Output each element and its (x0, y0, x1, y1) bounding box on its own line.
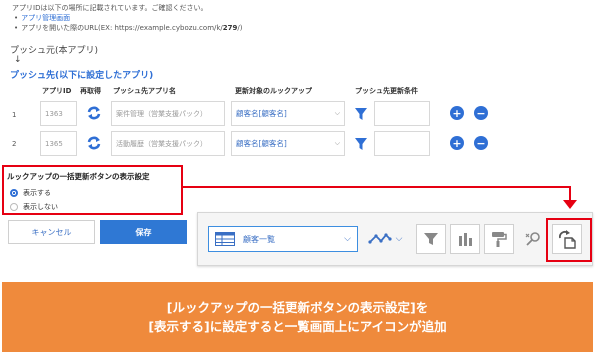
refresh-icon[interactable] (85, 134, 103, 152)
search-button[interactable] (518, 224, 548, 254)
lookup-select[interactable]: 顧客名[顧客名] ⌵ (231, 131, 345, 156)
header-lookup: 更新対象のルックアップ (235, 87, 312, 95)
chevron-down-icon: ⌵ (344, 234, 351, 244)
graph-button[interactable]: ⌵ (362, 226, 408, 252)
row-number: 1 (12, 111, 17, 119)
url-note: アプリを開いた際のURL(EX: https://example.cybozu.… (14, 23, 243, 33)
caption-banner: [ルックアップの一括更新ボタンの表示設定]を [表示する]に設定すると一覧画面上… (2, 282, 593, 352)
refresh-icon[interactable] (85, 104, 103, 122)
save-button[interactable]: 保存 (100, 220, 187, 244)
paint-roller-icon (492, 232, 507, 247)
url-note-id: 279 (222, 24, 238, 32)
table-view-icon (215, 232, 235, 246)
filter-icon[interactable] (354, 106, 368, 120)
view-selector-label: 顧客一覧 (243, 234, 275, 244)
header-update-condition: プッシュ先更新条件 (355, 87, 418, 95)
radio-hide-label: 表示しない (23, 203, 58, 211)
remove-row-icon[interactable]: − (474, 136, 488, 150)
line-graph-icon (367, 233, 392, 244)
filter-icon[interactable] (354, 136, 368, 150)
caption-line-1: [ルックアップの一括更新ボタンの表示設定]を (166, 300, 429, 315)
view-selector[interactable]: 顧客一覧 ⌵ (208, 226, 358, 252)
radio-selected-icon (10, 189, 18, 197)
connector-line (183, 186, 571, 188)
url-note-prefix: アプリを開いた際のURL(EX: https://example.cybozu.… (21, 24, 223, 32)
radio-unselected-icon (10, 203, 18, 211)
chevron-down-icon: ⌵ (395, 234, 403, 244)
url-note-suffix: /) (237, 24, 243, 32)
app-id-note: アプリIDは以下の場所に記載されています。ご確認ください。 (12, 4, 208, 12)
header-app-id: アプリID (42, 87, 72, 95)
update-condition-field[interactable] (374, 101, 430, 126)
down-arrow-icon: ↓ (14, 55, 22, 65)
radio-show[interactable]: 表示する (10, 188, 51, 198)
list-view-toolbar: 顧客一覧 ⌵ ⌵ (197, 212, 593, 266)
app-id-field[interactable]: 1365 (40, 131, 77, 156)
cancel-button[interactable]: キャンセル (8, 220, 95, 244)
radio-hide[interactable]: 表示しない (10, 202, 58, 212)
bar-chart-icon (459, 233, 472, 246)
header-refetch: 再取得 (80, 87, 101, 95)
update-condition-field[interactable] (374, 131, 430, 156)
new-icon-highlight (546, 218, 592, 262)
radio-show-label: 表示する (23, 189, 51, 197)
row-number: 2 (12, 140, 17, 148)
lookup-select[interactable]: 顧客名[顧客名] ⌵ (231, 101, 345, 126)
add-row-icon[interactable]: + (450, 136, 464, 150)
app-name-field[interactable]: 活動履歴（営業支援パック） (111, 131, 225, 156)
caption-line-2: [表示する]に設定すると一覧画面上にアイコンが追加 (148, 319, 447, 334)
app-management-link-text: アプリ管理画面 (21, 14, 71, 22)
lookup-settings-title: ルックアップの一括更新ボタンの表示設定 (7, 172, 150, 181)
lookup-select-value: 顧客名[顧客名] (236, 139, 287, 148)
connector-arrowhead-icon (563, 200, 577, 209)
push-source-label: プッシュ元(本アプリ) (10, 46, 99, 56)
remove-row-icon[interactable]: − (474, 106, 488, 120)
lookup-select-value: 顧客名[顧客名] (236, 109, 287, 118)
filter-button[interactable] (416, 224, 446, 254)
add-row-icon[interactable]: + (450, 106, 464, 120)
customize-button[interactable] (484, 224, 514, 254)
push-destination-label: プッシュ先(以下に設定したアプリ) (10, 71, 154, 81)
app-management-link[interactable]: アプリ管理画面 (14, 13, 70, 23)
header-app-name: プッシュ先アプリ名 (113, 87, 176, 95)
lookup-settings-panel: ルックアップの一括更新ボタンの表示設定 表示する 表示しない (2, 165, 183, 215)
app-name-field[interactable]: 案件管理（営業支援パック） (111, 101, 225, 126)
graph-button[interactable] (450, 224, 480, 254)
search-icon (525, 232, 540, 246)
funnel-icon (424, 233, 438, 245)
chevron-down-icon: ⌵ (334, 139, 340, 147)
chevron-down-icon: ⌵ (334, 109, 340, 117)
app-id-field[interactable]: 1363 (40, 101, 77, 126)
